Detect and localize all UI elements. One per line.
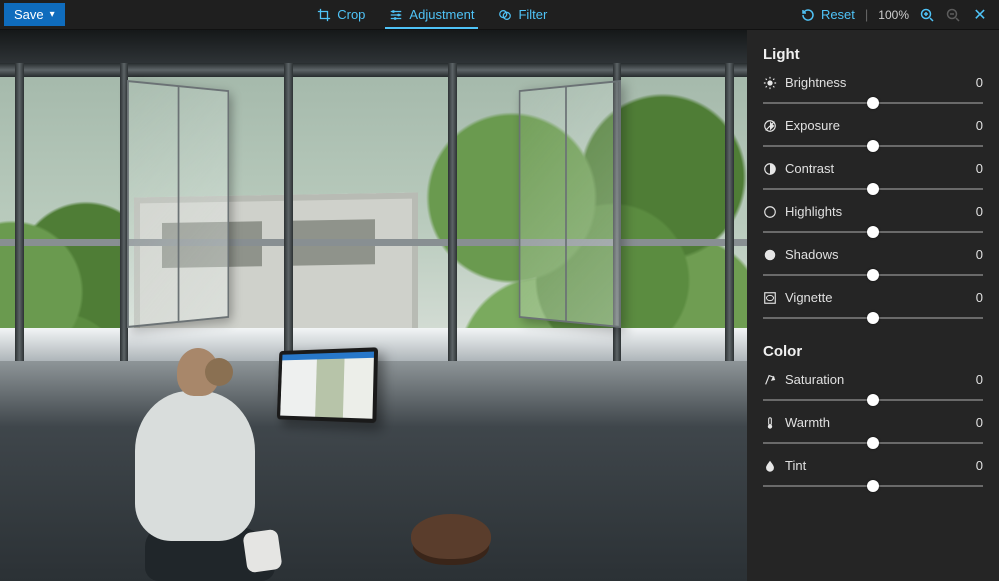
zoom-in-icon[interactable] <box>919 7 935 23</box>
slider-value: 0 <box>976 415 983 430</box>
chevron-down-icon: ▾ <box>50 9 55 20</box>
slider-label: Exposure <box>785 118 968 133</box>
adjustment-icon <box>389 8 403 22</box>
photo-mullion <box>284 63 293 361</box>
reset-icon <box>800 7 816 23</box>
contrast-icon <box>763 162 777 176</box>
slider-thumb[interactable] <box>867 269 879 281</box>
brightness-icon <box>763 76 777 90</box>
slider-value: 0 <box>976 290 983 305</box>
slider-tint[interactable]: Tint 0 <box>763 456 983 495</box>
save-button[interactable]: Save ▾ <box>4 3 65 26</box>
zoom-level: 100% <box>878 8 909 22</box>
tab-filter[interactable]: Filter <box>490 0 555 29</box>
slider-label: Highlights <box>785 204 968 219</box>
close-button[interactable]: ✕ <box>971 5 989 25</box>
slider-label: Saturation <box>785 372 968 387</box>
slider-value: 0 <box>976 75 983 90</box>
photo-window-frame-top <box>0 63 747 77</box>
reset-button[interactable]: Reset <box>800 7 855 23</box>
photo-open-window-right <box>518 80 620 328</box>
slider-track[interactable] <box>763 94 983 112</box>
photo-person <box>105 301 285 581</box>
slider-value: 0 <box>976 161 983 176</box>
slider-label: Contrast <box>785 161 968 176</box>
photo-tablet <box>277 347 378 423</box>
slider-value: 0 <box>976 458 983 473</box>
image-canvas[interactable] <box>0 30 747 581</box>
toolbar: Save ▾ Crop Adjustment Filter <box>0 0 999 30</box>
tab-adjustment-label: Adjustment <box>409 7 474 22</box>
tint-icon <box>763 459 777 473</box>
toolbar-right: Reset | 100% ✕ <box>800 0 999 29</box>
photo-mullion <box>448 63 457 361</box>
slider-value: 0 <box>976 118 983 133</box>
photo-open-window-left <box>127 80 229 328</box>
slider-shadows[interactable]: Shadows 0 <box>763 245 983 284</box>
filter-icon <box>498 8 512 22</box>
slider-contrast[interactable]: Contrast 0 <box>763 159 983 198</box>
saturation-icon <box>763 373 777 387</box>
slider-thumb[interactable] <box>867 183 879 195</box>
slider-label: Shadows <box>785 247 968 262</box>
tab-adjustment[interactable]: Adjustment <box>381 0 482 29</box>
slider-warmth[interactable]: Warmth 0 <box>763 413 983 452</box>
slider-track[interactable] <box>763 391 983 409</box>
highlights-icon <box>763 205 777 219</box>
slider-exposure[interactable]: Exposure 0 <box>763 116 983 155</box>
slider-track[interactable] <box>763 266 983 284</box>
slider-saturation[interactable]: Saturation 0 <box>763 370 983 409</box>
photo-window-frame-mid <box>0 239 747 246</box>
tab-crop[interactable]: Crop <box>309 0 373 29</box>
slider-label: Vignette <box>785 290 968 305</box>
slider-thumb[interactable] <box>867 437 879 449</box>
save-label: Save <box>14 7 44 22</box>
vignette-icon <box>763 291 777 305</box>
slider-thumb[interactable] <box>867 226 879 238</box>
tab-filter-label: Filter <box>518 7 547 22</box>
slider-thumb[interactable] <box>867 140 879 152</box>
reset-label: Reset <box>821 7 855 22</box>
group-title-light: Light <box>763 46 983 63</box>
crop-icon <box>317 8 331 22</box>
slider-vignette[interactable]: Vignette 0 <box>763 288 983 327</box>
adjustment-panel: Light Brightness 0 <box>747 30 999 581</box>
photo-stool <box>411 514 491 559</box>
exposure-icon <box>763 119 777 133</box>
slider-label: Tint <box>785 458 968 473</box>
zoom-out-icon[interactable] <box>945 7 961 23</box>
slider-brightness[interactable]: Brightness 0 <box>763 73 983 112</box>
separator: | <box>865 7 868 22</box>
slider-track[interactable] <box>763 309 983 327</box>
slider-label: Warmth <box>785 415 968 430</box>
slider-value: 0 <box>976 247 983 262</box>
shadows-icon <box>763 248 777 262</box>
slider-track[interactable] <box>763 434 983 452</box>
slider-track[interactable] <box>763 477 983 495</box>
slider-thumb[interactable] <box>867 480 879 492</box>
group-title-color: Color <box>763 343 983 360</box>
photo-ceiling <box>0 30 747 63</box>
photo-mullion <box>15 63 24 361</box>
slider-track[interactable] <box>763 137 983 155</box>
workspace: Light Brightness 0 <box>0 30 999 581</box>
warmth-icon <box>763 416 777 430</box>
slider-value: 0 <box>976 372 983 387</box>
slider-value: 0 <box>976 204 983 219</box>
slider-track[interactable] <box>763 180 983 198</box>
toolbar-tabs: Crop Adjustment Filter <box>65 0 800 29</box>
slider-label: Brightness <box>785 75 968 90</box>
slider-thumb[interactable] <box>867 394 879 406</box>
slider-track[interactable] <box>763 223 983 241</box>
slider-thumb[interactable] <box>867 97 879 109</box>
slider-thumb[interactable] <box>867 312 879 324</box>
tab-crop-label: Crop <box>337 7 365 22</box>
photo-mullion <box>725 63 734 361</box>
slider-highlights[interactable]: Highlights 0 <box>763 202 983 241</box>
